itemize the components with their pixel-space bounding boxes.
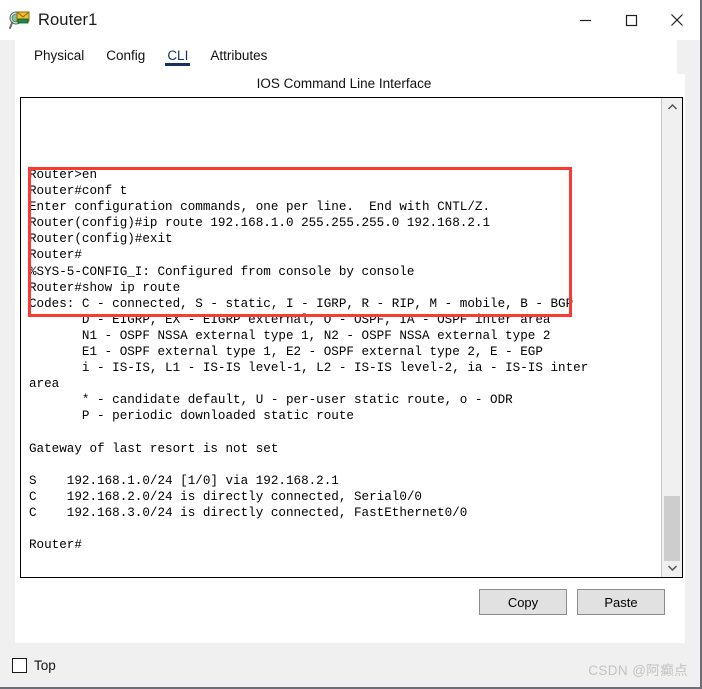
scrollbar-thumb[interactable] — [664, 496, 680, 561]
router-cli-window: Router1 Physical Config CLI Attributes I… — [0, 0, 702, 689]
window-controls — [562, 0, 700, 40]
router-device-icon — [9, 9, 31, 31]
tab-physical[interactable]: Physical — [23, 40, 95, 67]
cli-panel: IOS Command Line Interface Router>en Rou… — [15, 74, 685, 643]
watermark-text: CSDN @阿癫点 — [588, 663, 688, 678]
terminal-session-highlighted: Router>en Router#conf t Enter configurat… — [29, 168, 491, 279]
panel-heading: IOS Command Line Interface — [256, 76, 432, 91]
close-button[interactable] — [654, 0, 700, 40]
terminal-scrollbar[interactable] — [661, 98, 682, 577]
paste-button[interactable]: Paste — [577, 589, 665, 615]
terminal-session-output: Router#show ip route Codes: C - connecte… — [29, 280, 589, 553]
scrollbar-track[interactable] — [662, 116, 682, 561]
terminal-container: Router>en Router#conf t Enter configurat… — [20, 97, 683, 578]
tab-attributes[interactable]: Attributes — [199, 40, 278, 67]
maximize-button[interactable] — [608, 0, 654, 40]
tab-cli[interactable]: CLI — [156, 40, 199, 67]
minimize-button[interactable] — [562, 0, 608, 40]
copy-button[interactable]: Copy — [479, 589, 567, 615]
scroll-down-icon[interactable] — [662, 559, 682, 577]
title-bar: Router1 — [0, 0, 700, 40]
window-footer: Top CSDN @阿癫点 — [0, 643, 700, 687]
terminal-output[interactable]: Router>en Router#conf t Enter configurat… — [21, 98, 661, 577]
terminal-leading-blank — [29, 104, 661, 167]
tab-list: Physical Config CLI Attributes — [15, 40, 700, 74]
top-checkbox[interactable] — [12, 657, 27, 673]
window-title: Router1 — [38, 10, 98, 29]
tab-config[interactable]: Config — [95, 40, 156, 67]
tab-strip: Physical Config CLI Attributes — [0, 40, 700, 74]
scroll-up-icon[interactable] — [662, 98, 682, 116]
top-checkbox-label: Top — [34, 657, 56, 673]
action-button-bar: Copy Paste — [15, 578, 685, 626]
